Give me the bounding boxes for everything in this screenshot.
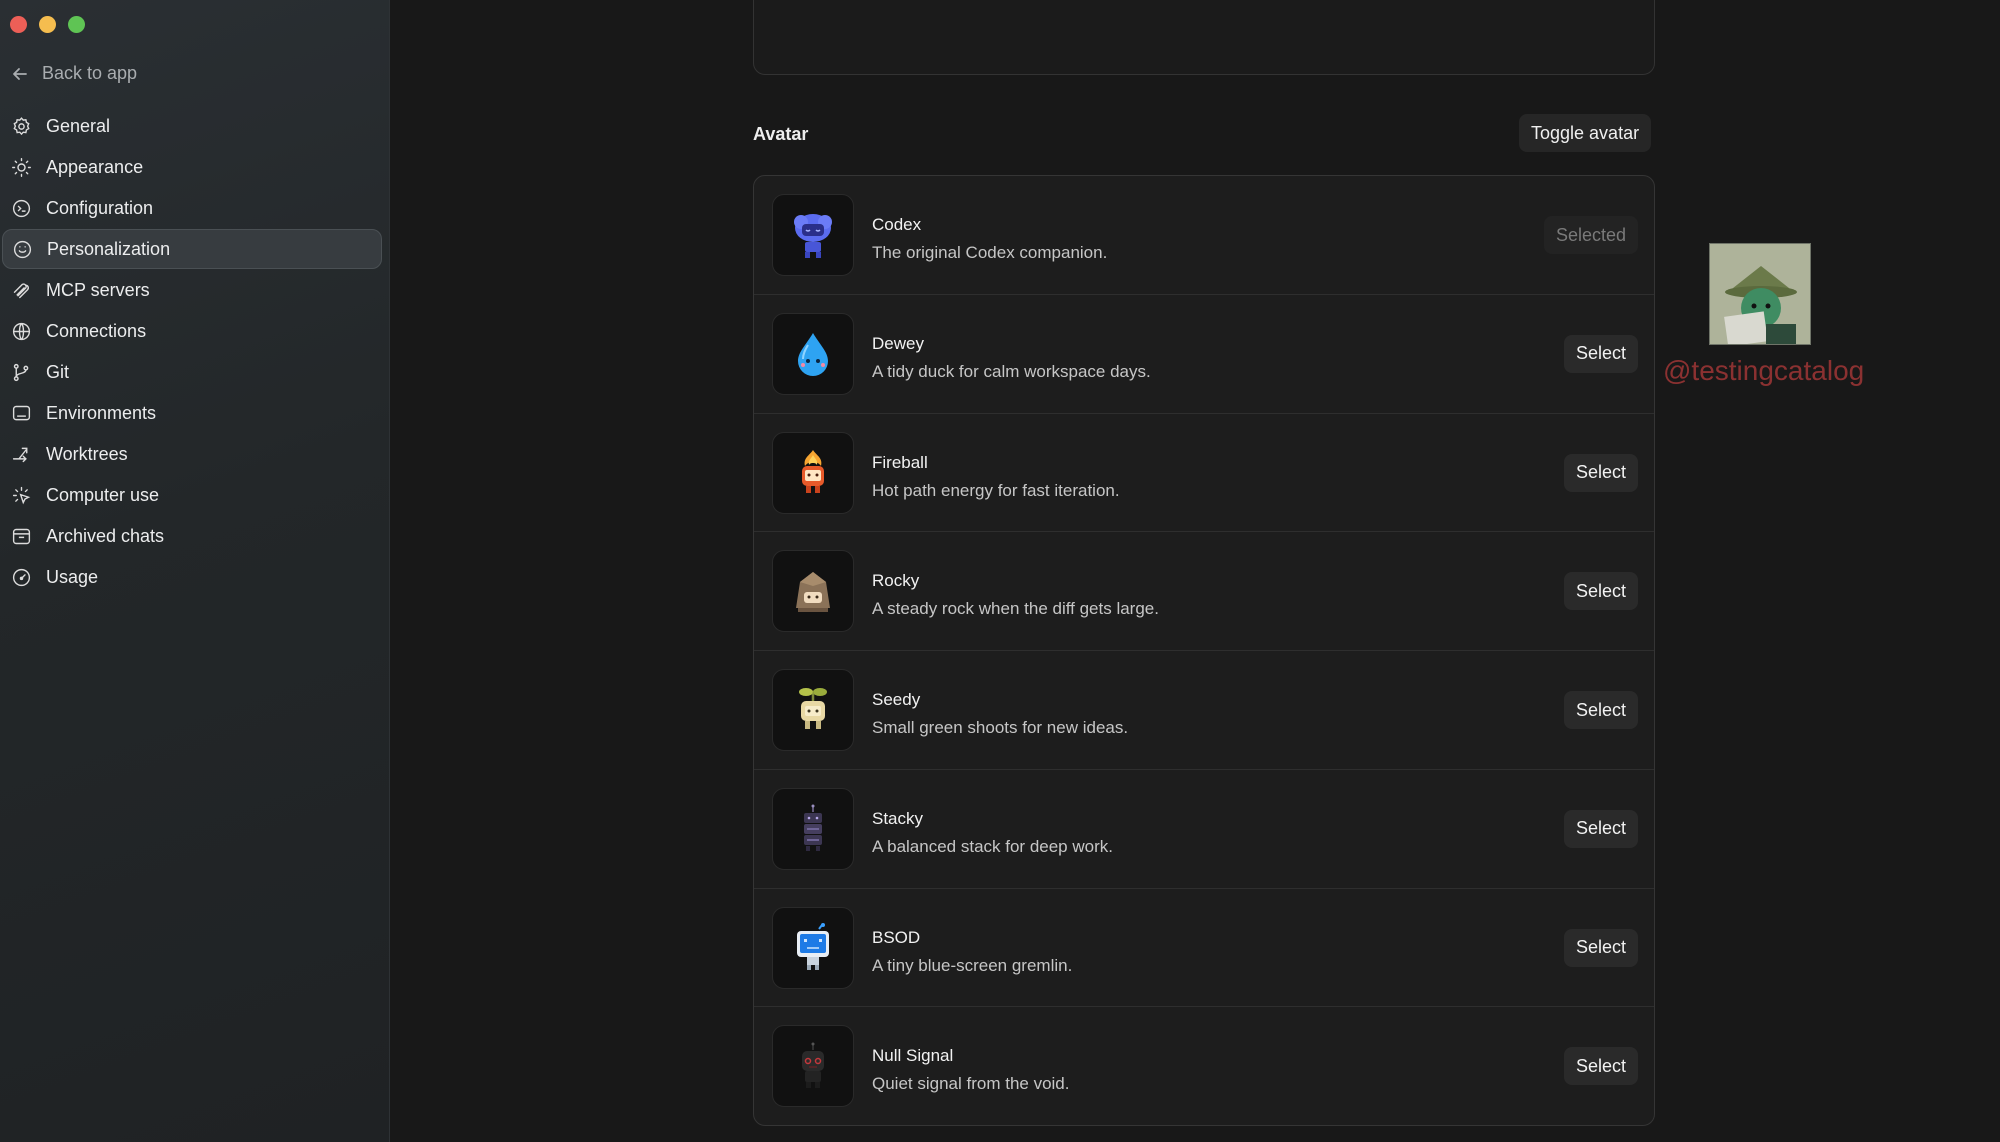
plug-icon	[10, 279, 32, 301]
sidebar-item-label: MCP servers	[46, 279, 150, 300]
avatar-select-button[interactable]: Select	[1563, 453, 1638, 492]
globe-icon	[10, 320, 32, 342]
settings-content: Avatar Toggle avatar Codex The original …	[391, 0, 2000, 1142]
minimize-window-button[interactable]	[39, 16, 56, 33]
monitor-icon	[10, 402, 32, 424]
avatar-section-title: Avatar	[753, 124, 809, 144]
branch-icon	[10, 361, 32, 383]
avatar-select-button[interactable]: Select	[1563, 928, 1638, 967]
sun-icon	[10, 156, 32, 178]
avatar-name: Stacky	[872, 808, 924, 828]
sidebar-item-archived-chats[interactable]: Archived chats	[0, 516, 384, 556]
avatar-row-seedy[interactable]: Seedy Small green shoots for new ideas. …	[754, 651, 1654, 770]
avatar-description: A steady rock when the diff gets large.	[872, 599, 1159, 619]
avatar-select-button[interactable]: Select	[1563, 691, 1638, 729]
sidebar-item-usage[interactable]: Usage	[0, 557, 384, 597]
avatar-row-dewey[interactable]: Dewey A tidy duck for calm workspace day…	[754, 295, 1654, 414]
avatar-description: Small green shoots for new ideas.	[872, 718, 1129, 737]
avatar-select-button[interactable]: Select	[1563, 572, 1638, 611]
avatar-row-rocky[interactable]: Rocky A steady rock when the diff gets l…	[754, 532, 1654, 651]
sidebar-item-label: Connections	[46, 320, 147, 341]
avatar-description: A tiny blue-screen gremlin.	[872, 955, 1073, 975]
avatar-selected-button[interactable]: Selected	[1543, 216, 1638, 254]
sidebar-item-label: Appearance	[46, 156, 144, 177]
avatar-name: Dewey	[872, 333, 924, 353]
avatar-name: BSOD	[872, 927, 921, 947]
sidebar-item-personalization[interactable]: Personalization	[2, 229, 382, 269]
sidebar-item-mcp-servers[interactable]: MCP servers	[0, 270, 384, 310]
null-robot-icon	[772, 1025, 854, 1108]
watermark-text: @testingcatalog	[1663, 355, 1865, 386]
stack-icon	[772, 787, 854, 870]
avatar-row-fireball[interactable]: Fireball Hot path energy for fast iterat…	[754, 414, 1654, 533]
sidebar-item-computer-use[interactable]: Computer use	[0, 475, 384, 515]
zoom-window-button[interactable]	[68, 16, 85, 33]
sprout-icon	[772, 669, 854, 751]
arrow-left-icon	[13, 67, 27, 80]
window-controls	[10, 16, 85, 33]
sidebar-item-general[interactable]: General	[0, 106, 384, 146]
avatar-description: The original Codex companion.	[872, 243, 1108, 262]
avatar-name: Seedy	[872, 690, 921, 709]
avatar-description: Hot path energy for fast iteration.	[872, 480, 1120, 500]
avatar-select-button[interactable]: Select	[1563, 809, 1638, 848]
water-drop-icon	[772, 312, 854, 395]
rock-icon	[772, 550, 854, 633]
avatar-row-stacky[interactable]: Stacky A balanced stack for deep work. S…	[754, 770, 1654, 889]
avatar-description: A balanced stack for deep work.	[872, 836, 1113, 856]
avatar-name: Fireball	[872, 452, 928, 472]
sidebar: Back to app General Appearance Configura…	[0, 0, 390, 1142]
toggle-avatar-button[interactable]: Toggle avatar	[1519, 114, 1652, 152]
sidebar-item-environments[interactable]: Environments	[0, 393, 384, 433]
sidebar-item-git[interactable]: Git	[0, 352, 384, 392]
flame-icon	[772, 431, 854, 514]
previous-section-card	[753, 0, 1655, 75]
sidebar-item-label: General	[46, 115, 111, 136]
back-to-app-link[interactable]: Back to app	[10, 63, 137, 84]
avatar-name: Rocky	[872, 571, 920, 591]
sidebar-item-worktrees[interactable]: Worktrees	[0, 434, 384, 474]
sidebar-item-label: Environments	[46, 402, 157, 423]
sidebar-item-label: Git	[46, 361, 70, 382]
smiley-icon	[11, 238, 33, 260]
blue-screen-icon	[772, 906, 854, 989]
back-to-app-label: Back to app	[42, 63, 138, 83]
avatar-name: Codex	[872, 215, 922, 234]
sidebar-item-appearance[interactable]: Appearance	[0, 147, 384, 187]
gear-icon	[10, 115, 32, 137]
sidebar-item-label: Worktrees	[46, 443, 128, 464]
avatar-select-button[interactable]: Select	[1563, 1047, 1638, 1086]
sidebar-item-label: Computer use	[46, 484, 160, 505]
gauge-icon	[10, 566, 32, 588]
sidebar-item-label: Usage	[46, 566, 99, 587]
archive-icon	[10, 525, 32, 547]
avatar-row-codex[interactable]: Codex The original Codex companion. Sele…	[754, 176, 1654, 295]
cursor-icon	[10, 484, 32, 506]
avatar-description: Quiet signal from the void.	[872, 1074, 1070, 1094]
sidebar-item-configuration[interactable]: Configuration	[0, 188, 384, 228]
sidebar-item-label: Configuration	[46, 197, 154, 218]
avatar-select-button[interactable]: Select	[1563, 334, 1638, 373]
watermark-image	[1709, 243, 1811, 345]
robot-cloud-icon	[772, 194, 854, 276]
fork-icon	[10, 443, 32, 465]
avatar-list: Codex The original Codex companion. Sele…	[753, 175, 1655, 1126]
avatar-name: Null Signal	[872, 1046, 954, 1066]
close-window-button[interactable]	[10, 16, 27, 33]
sidebar-item-connections[interactable]: Connections	[0, 311, 384, 351]
avatar-description: A tidy duck for calm workspace days.	[872, 361, 1151, 381]
avatar-row-null-signal[interactable]: Null Signal Quiet signal from the void. …	[754, 1007, 1654, 1125]
avatar-row-bsod[interactable]: BSOD A tiny blue-screen gremlin. Select	[754, 889, 1654, 1008]
sidebar-item-label: Archived chats	[46, 525, 165, 546]
settings-nav: General Appearance Configuration Persona…	[0, 106, 390, 598]
terminal-icon	[10, 197, 32, 219]
sidebar-item-label: Personalization	[47, 238, 171, 259]
